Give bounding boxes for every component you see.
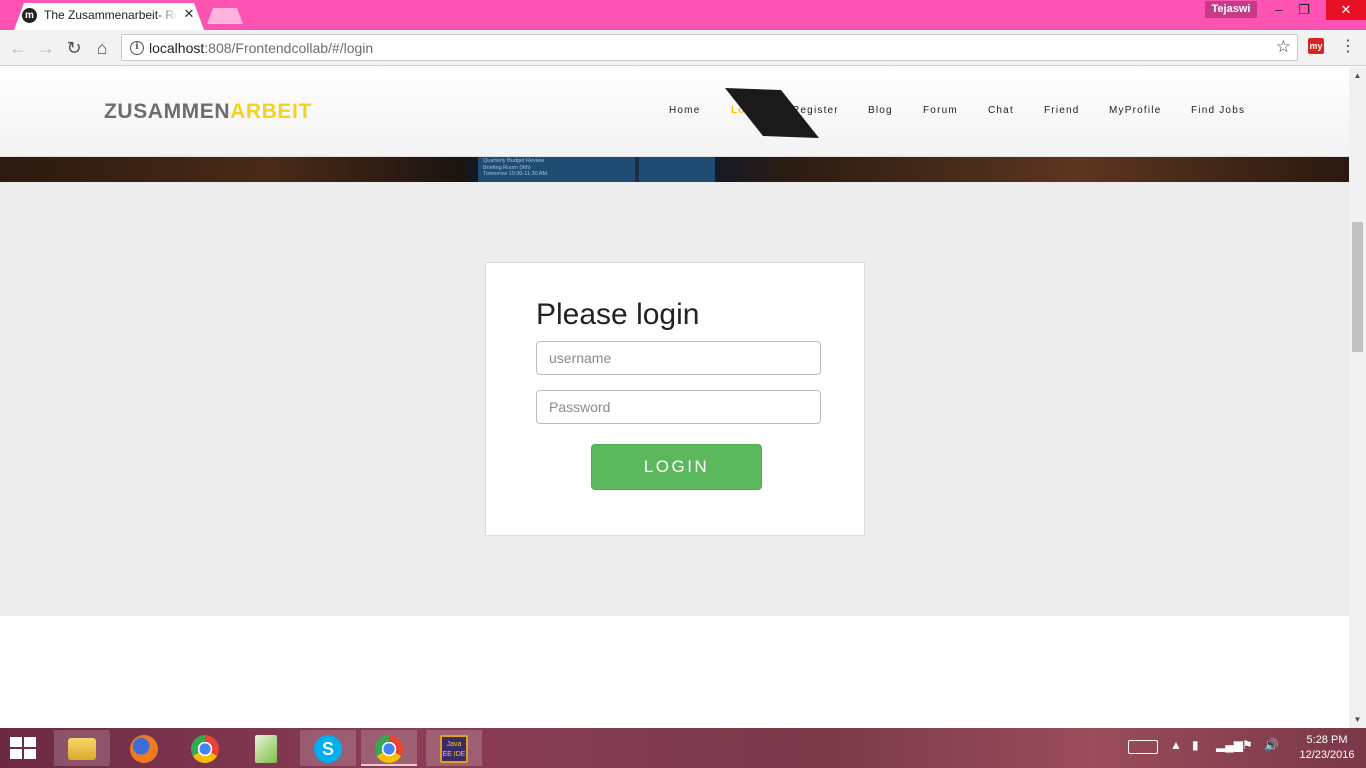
- login-card: Please login LOGIN: [485, 262, 865, 536]
- password-input[interactable]: [536, 390, 821, 424]
- forward-icon[interactable]: →: [35, 37, 57, 59]
- nav-blog[interactable]: Blog: [868, 105, 893, 116]
- nav-forum[interactable]: Forum: [923, 105, 958, 116]
- windows-logo-pane: [24, 749, 36, 759]
- folder-icon: [68, 738, 96, 760]
- scroll-up-icon[interactable]: ▲: [1349, 67, 1366, 84]
- login-title: Please login: [536, 298, 700, 331]
- hero-screen-right: [639, 157, 715, 182]
- skype-icon: S: [314, 735, 342, 763]
- hero-screen-text: Quarterly Budget Review Briefing Room (9…: [483, 158, 547, 178]
- clock-time: 5:28 PM: [1306, 734, 1348, 746]
- volume-icon[interactable]: 🔊: [1264, 738, 1279, 752]
- taskbar-clock[interactable]: 5:28 PM 12/23/2016: [1296, 733, 1358, 763]
- chrome-icon: [191, 735, 219, 763]
- browser-title-bar: m The Zusammenarbeit- Re ✕ Tejaswi – ❐ ✕: [0, 0, 1366, 30]
- extension-icon[interactable]: my: [1308, 38, 1324, 54]
- network-icon[interactable]: ▂▄▆: [1216, 738, 1243, 752]
- new-tab-button[interactable]: [207, 8, 243, 24]
- hero-image-strip: Quarterly Budget Review Briefing Room (9…: [0, 157, 1349, 182]
- nav-find-jobs[interactable]: Find Jobs: [1191, 105, 1245, 116]
- chrome-icon: [375, 735, 403, 763]
- firefox-icon: [130, 735, 158, 763]
- show-hidden-icons-icon[interactable]: ▲: [1170, 738, 1182, 752]
- web-page: ZUSAMMENARBEIT Home Login Register Blog …: [0, 67, 1349, 728]
- restore-icon[interactable]: ❐: [1289, 0, 1319, 20]
- site-logo[interactable]: ZUSAMMENARBEIT: [104, 100, 312, 124]
- hero-text-line: Quarterly Budget Review: [483, 158, 545, 164]
- nav-friend[interactable]: Friend: [1044, 105, 1080, 116]
- windows-logo-pane: [24, 737, 36, 747]
- clock-date: 12/23/2016: [1299, 749, 1355, 761]
- tab-close-icon[interactable]: ✕: [182, 6, 196, 22]
- nav-chat[interactable]: Chat: [988, 105, 1014, 116]
- home-icon[interactable]: ⌂: [91, 37, 113, 59]
- windows-logo-pane: [10, 737, 22, 747]
- url-host: localhost: [149, 40, 205, 56]
- action-center-flag-icon[interactable]: ⚑: [1242, 738, 1253, 752]
- notepadpp-taskbar-button[interactable]: [238, 730, 294, 766]
- url-path: :808/Frontendcollab/#/login: [204, 40, 374, 56]
- login-button[interactable]: LOGIN: [591, 444, 762, 490]
- eclipse-taskbar-button[interactable]: Java EE IDE: [426, 730, 482, 766]
- keyboard-icon[interactable]: [1128, 740, 1158, 754]
- address-bar[interactable]: i localhost:808/Frontendcollab/#/login ☆: [121, 34, 1298, 61]
- bookmark-star-icon[interactable]: ☆: [1276, 37, 1291, 57]
- nav-myprofile[interactable]: MyProfile: [1109, 105, 1161, 116]
- skype-taskbar-button[interactable]: S: [300, 730, 356, 766]
- reload-icon[interactable]: ↻: [63, 37, 85, 59]
- username-input[interactable]: [536, 341, 821, 375]
- hero-text-line: Tomorrow 10:30-11:30 AM: [483, 171, 548, 177]
- start-button[interactable]: [10, 737, 38, 759]
- page-scrollbar[interactable]: ▲ ▼: [1349, 67, 1366, 728]
- chrome-active-taskbar-button[interactable]: [361, 730, 417, 766]
- battery-icon[interactable]: ▮: [1192, 738, 1199, 752]
- browser-menu-icon[interactable]: ⋮: [1340, 36, 1356, 58]
- scroll-down-icon[interactable]: ▼: [1349, 711, 1366, 728]
- scroll-thumb[interactable]: [1352, 222, 1363, 352]
- window-close-icon[interactable]: ✕: [1326, 0, 1366, 20]
- profile-button[interactable]: Tejaswi: [1205, 1, 1257, 18]
- notepad-icon: [255, 735, 277, 763]
- logo-part1: ZUSAMMEN: [104, 100, 231, 123]
- tab-title-fade: [156, 6, 178, 24]
- browser-toolbar: ← → ↻ ⌂ i localhost:808/Frontendcollab/#…: [0, 30, 1366, 66]
- site-info-icon[interactable]: i: [130, 41, 144, 55]
- nav-home[interactable]: Home: [669, 105, 700, 116]
- chrome-taskbar-button[interactable]: [177, 730, 233, 766]
- logo-part2: ARBEIT: [230, 100, 312, 123]
- login-section: Please login LOGIN: [0, 182, 1349, 616]
- site-header: ZUSAMMENARBEIT Home Login Register Blog …: [0, 67, 1349, 157]
- back-icon[interactable]: ←: [7, 37, 29, 59]
- java-ee-icon: Java EE IDE: [440, 735, 468, 763]
- windows-logo-pane: [10, 749, 22, 759]
- windows-taskbar: S Java EE IDE ▲ ▮ ▂▄▆ ⚑ 🔊 5:28 PM 12/23/…: [0, 728, 1366, 768]
- tab-favicon-icon: m: [22, 8, 37, 23]
- url-text[interactable]: localhost:808/Frontendcollab/#/login: [149, 40, 373, 56]
- firefox-taskbar-button[interactable]: [116, 730, 172, 766]
- file-explorer-taskbar-button[interactable]: [54, 730, 110, 766]
